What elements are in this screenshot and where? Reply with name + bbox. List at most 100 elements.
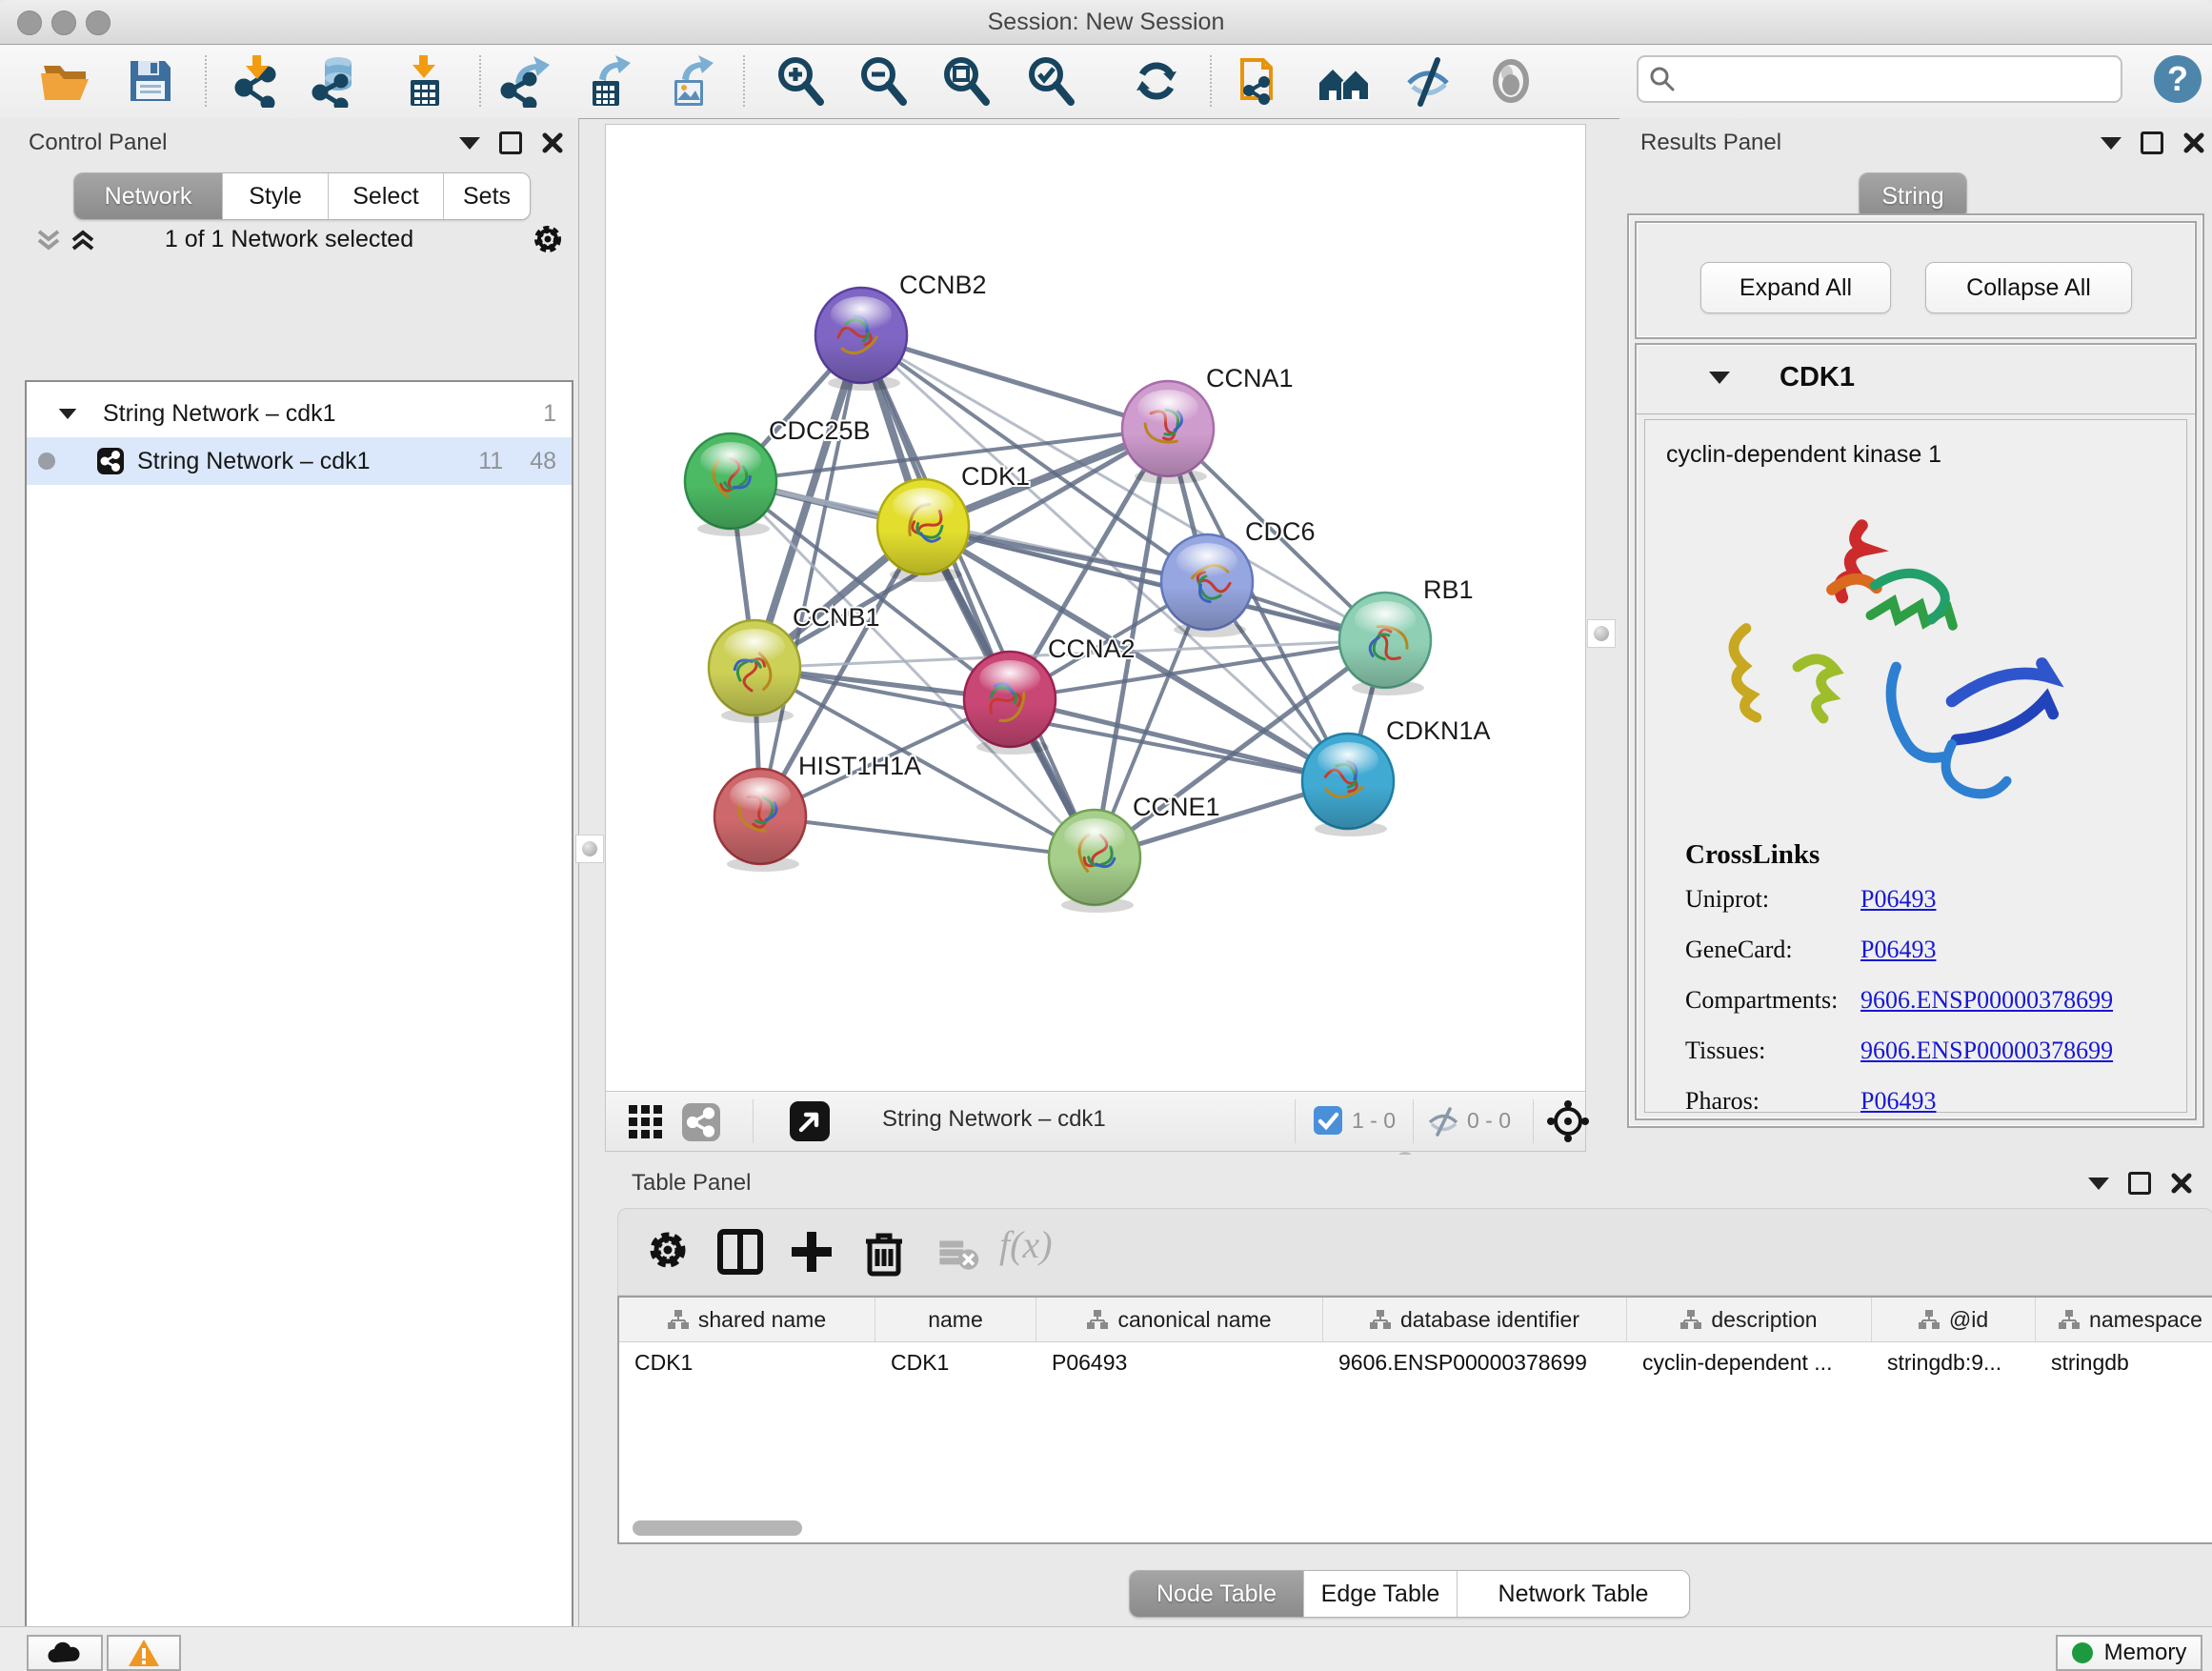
import-network-from-file-icon[interactable] bbox=[231, 54, 285, 108]
search-input[interactable] bbox=[1684, 61, 2107, 95]
zoom-selected-icon[interactable] bbox=[1024, 54, 1077, 108]
zoom-out-icon[interactable] bbox=[856, 54, 910, 108]
tab-style[interactable]: Style bbox=[223, 173, 329, 219]
table-cell[interactable]: stringdb:9... bbox=[1872, 1350, 2036, 1376]
column-header-namespace[interactable]: namespace bbox=[2036, 1298, 2212, 1341]
grid-view-icon[interactable] bbox=[627, 1103, 665, 1141]
refresh-view-icon[interactable] bbox=[1130, 54, 1183, 108]
network-share-toggle-icon[interactable] bbox=[682, 1103, 720, 1141]
table-tabs: Node Table Edge Table Network Table bbox=[1129, 1570, 1690, 1618]
svg-text:?: ? bbox=[2167, 59, 2188, 98]
crosslink-link[interactable]: 9606.ENSP00000378699 bbox=[1860, 986, 2113, 1015]
table-panel-close-icon[interactable] bbox=[2170, 1172, 2193, 1195]
birds-eye-view-icon[interactable] bbox=[790, 1101, 830, 1141]
crosslink-link[interactable]: 9606.ENSP00000378699 bbox=[1860, 1037, 2113, 1065]
tab-network-table[interactable]: Network Table bbox=[1458, 1571, 1689, 1617]
right-splitter-handle[interactable] bbox=[1587, 619, 1616, 648]
save-session-icon[interactable] bbox=[124, 54, 177, 108]
expand-all-button[interactable]: Expand All bbox=[1700, 262, 1891, 313]
column-header-canonical-name[interactable]: canonical name bbox=[1036, 1298, 1323, 1341]
export-network-to-file-icon[interactable] bbox=[498, 54, 552, 108]
delete-table-icon bbox=[935, 1226, 980, 1278]
crosslink-link[interactable]: P06493 bbox=[1860, 885, 1936, 914]
network-edge[interactable] bbox=[861, 335, 1168, 429]
hide-selected-icon[interactable] bbox=[1401, 54, 1455, 108]
table-cell[interactable]: CDK1 bbox=[875, 1350, 1036, 1376]
results-panel-menu-icon[interactable] bbox=[2101, 137, 2122, 150]
horizontal-scrollbar[interactable] bbox=[633, 1520, 802, 1536]
open-session-icon[interactable] bbox=[38, 54, 91, 108]
crosslink-link[interactable]: P06493 bbox=[1860, 936, 1936, 964]
tab-string[interactable]: String bbox=[1860, 173, 1966, 219]
column-header-description[interactable]: description bbox=[1627, 1298, 1872, 1341]
column-header--id[interactable]: @id bbox=[1872, 1298, 2036, 1341]
warnings-button[interactable] bbox=[107, 1635, 181, 1671]
network-selection-status: 1 of 1 Network selected bbox=[0, 226, 578, 253]
import-network-from-database-icon[interactable] bbox=[312, 54, 365, 108]
help-icon[interactable]: ? bbox=[2151, 52, 2204, 106]
control-panel-menu-icon[interactable] bbox=[459, 137, 480, 150]
table-cell[interactable]: 9606.ENSP00000378699 bbox=[1323, 1350, 1627, 1376]
control-panel-close-icon[interactable] bbox=[541, 131, 564, 154]
tab-edge-table[interactable]: Edge Table bbox=[1304, 1571, 1458, 1617]
gene-header[interactable]: CDK1 bbox=[1637, 345, 2195, 414]
network-row-selected[interactable]: String Network – cdk1 11 48 bbox=[27, 437, 572, 485]
show-columns-icon[interactable] bbox=[714, 1226, 766, 1278]
network-edge[interactable] bbox=[760, 335, 861, 816]
table-cell[interactable]: P06493 bbox=[1036, 1350, 1323, 1376]
gene-collapse-icon[interactable] bbox=[1709, 372, 1730, 384]
add-column-icon[interactable] bbox=[786, 1226, 837, 1278]
results-panel-close-icon[interactable] bbox=[2182, 131, 2205, 154]
network-node-RB1[interactable]: RB1 bbox=[1339, 575, 1474, 695]
node-label: CCNA1 bbox=[1206, 364, 1294, 393]
export-image-icon[interactable] bbox=[663, 54, 716, 108]
pan-crosshair-icon[interactable] bbox=[1547, 1100, 1589, 1142]
column-header-name[interactable]: name bbox=[875, 1298, 1036, 1341]
collection-expand-icon[interactable] bbox=[59, 408, 77, 418]
search-field[interactable] bbox=[1637, 55, 2122, 103]
column-header-database-identifier[interactable]: database identifier bbox=[1323, 1298, 1627, 1341]
column-header-shared-name[interactable]: shared name bbox=[619, 1298, 875, 1341]
function-builder-icon: f(x) bbox=[999, 1222, 1053, 1267]
network-node-HIST1H1A[interactable]: HIST1H1A bbox=[714, 752, 921, 872]
network-canvas[interactable]: CCNB2CCNA1CDC25BCDK1CDC6RB1CCNB1CCNA2CDK… bbox=[606, 125, 1585, 1091]
share-document-icon[interactable] bbox=[1233, 54, 1286, 108]
network-node-CDKN1A[interactable]: CDKN1A bbox=[1302, 716, 1491, 836]
memory-button[interactable]: Memory bbox=[2056, 1635, 2202, 1671]
tab-sets[interactable]: Sets bbox=[444, 173, 530, 219]
import-table-from-file-icon[interactable] bbox=[398, 54, 452, 108]
results-panel-float-icon[interactable] bbox=[2141, 131, 2163, 154]
table-panel-float-icon[interactable] bbox=[2128, 1172, 2151, 1195]
delete-column-icon[interactable] bbox=[858, 1226, 910, 1278]
export-table-to-file-icon[interactable] bbox=[580, 54, 633, 108]
selected-checkbox-icon[interactable] bbox=[1314, 1106, 1342, 1135]
table-panel-title: Table Panel bbox=[632, 1170, 751, 1197]
crosslink-link[interactable]: P06493 bbox=[1860, 1087, 1936, 1116]
tab-network[interactable]: Network bbox=[74, 173, 223, 219]
network-edge[interactable] bbox=[760, 816, 1095, 857]
network-collection-row[interactable]: String Network – cdk1 1 bbox=[27, 390, 572, 437]
control-panel-tabs: Network Style Select Sets bbox=[73, 172, 531, 220]
collection-label: String Network – cdk1 bbox=[103, 400, 336, 428]
table-options-gear-icon[interactable] bbox=[642, 1226, 694, 1278]
network-edge-count: 48 bbox=[530, 448, 556, 475]
left-splitter-handle[interactable] bbox=[575, 835, 604, 863]
node-label: CCNB2 bbox=[899, 271, 987, 299]
zoom-fit-icon[interactable] bbox=[939, 54, 993, 108]
table-cell[interactable]: stringdb bbox=[2036, 1350, 2212, 1376]
home-icon[interactable] bbox=[1317, 54, 1371, 108]
show-all-icon[interactable] bbox=[1484, 54, 1538, 108]
collapse-all-button[interactable]: Collapse All bbox=[1925, 262, 2132, 313]
network-list: String Network – cdk1 1 String Network –… bbox=[25, 380, 573, 1671]
network-options-gear-icon[interactable] bbox=[530, 221, 566, 257]
control-panel-float-icon[interactable] bbox=[499, 131, 522, 154]
tab-select[interactable]: Select bbox=[329, 173, 444, 219]
tab-node-table[interactable]: Node Table bbox=[1130, 1571, 1304, 1617]
table-cell[interactable]: cyclin-dependent ... bbox=[1627, 1350, 1872, 1376]
zoom-in-icon[interactable] bbox=[774, 54, 827, 108]
table-panel-menu-icon[interactable] bbox=[2088, 1178, 2109, 1190]
cloud-status-button[interactable] bbox=[27, 1635, 103, 1671]
table-cell[interactable]: CDK1 bbox=[619, 1350, 875, 1376]
hierarchy-icon bbox=[668, 1310, 689, 1329]
table-row[interactable]: CDK1CDK1P064939606.ENSP00000378699cyclin… bbox=[619, 1342, 2212, 1382]
